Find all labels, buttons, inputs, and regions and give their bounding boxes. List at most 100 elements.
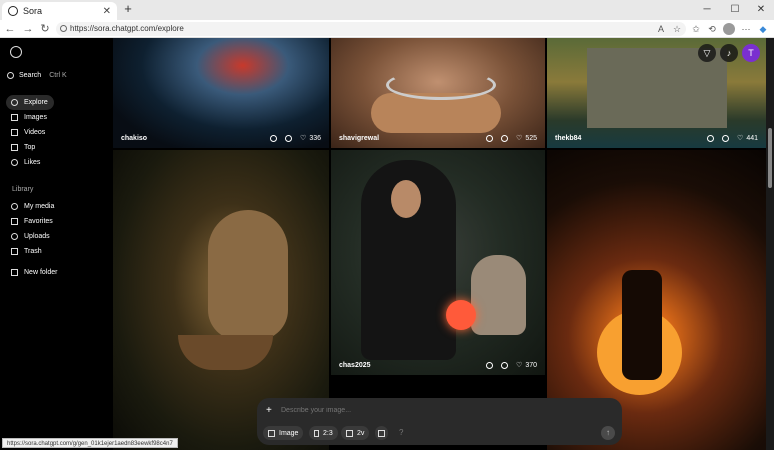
address-bar[interactable]: https://sora.chatgpt.com/explore: [56, 22, 686, 36]
openai-logo-icon[interactable]: [10, 46, 22, 58]
prompt-input[interactable]: [281, 407, 581, 414]
favorite-star-icon[interactable]: ☆: [670, 22, 684, 36]
tab-title: Sora: [23, 6, 43, 16]
sidebar-item-uploads[interactable]: Uploads: [6, 229, 76, 244]
page-scrollbar[interactable]: [766, 38, 774, 450]
heart-icon: [11, 159, 18, 166]
notifications-button[interactable]: ♪: [720, 44, 738, 62]
video-icon: [11, 129, 18, 136]
user-avatar[interactable]: T: [742, 44, 760, 62]
minimize-window-button[interactable]: ─: [694, 0, 720, 20]
search-icon[interactable]: [501, 134, 509, 142]
sidebar-item-label: Uploads: [24, 233, 50, 240]
search-icon[interactable]: [722, 134, 730, 142]
close-tab-icon[interactable]: ✕: [103, 6, 111, 17]
browser-profile-avatar[interactable]: [723, 23, 735, 35]
reload-icon[interactable]: ↻: [38, 20, 52, 38]
copilot-icon[interactable]: ◆: [756, 22, 770, 36]
sidebar-item-images[interactable]: Images: [6, 110, 54, 125]
deer-silhouette-image: [622, 270, 662, 380]
sidebar-item-videos[interactable]: Videos: [6, 125, 54, 140]
site-info-icon[interactable]: [60, 25, 67, 32]
status-bar-url: https://sora.chatgpt.com/g/gen_01k1ejer1…: [2, 438, 178, 448]
search-icon[interactable]: [285, 134, 293, 142]
tile-username[interactable]: chakiso: [121, 135, 147, 142]
gallery-tile[interactable]: chakiso ♡ 336: [113, 38, 329, 148]
address-url: https://sora.chatgpt.com/explore: [70, 24, 184, 33]
remix-icon[interactable]: [486, 134, 494, 142]
new-tab-button[interactable]: +: [121, 2, 135, 16]
sidebar-item-label: Videos: [24, 129, 46, 136]
gallery-tile[interactable]: shavigrewal ♡ 525: [331, 38, 545, 148]
compass-icon: [11, 99, 18, 106]
new-folder-label: New folder: [24, 269, 58, 276]
face-image: [391, 180, 421, 218]
submit-button[interactable]: ↑: [601, 426, 615, 440]
scrollbar-thumb[interactable]: [768, 128, 772, 188]
arrow-up-icon: ↑: [606, 428, 610, 437]
like-button[interactable]: ♡ 525: [516, 134, 537, 143]
variations-label: 2v: [357, 429, 365, 437]
search-icon[interactable]: [501, 361, 509, 369]
sidebar-item-favorites[interactable]: Favorites: [6, 214, 76, 229]
like-button[interactable]: ♡ 441: [737, 134, 758, 143]
search-button[interactable]: Search Ctrl K: [7, 67, 70, 83]
aspect-ratio-icon: [314, 429, 319, 437]
remix-icon[interactable]: [270, 134, 278, 142]
presets-button[interactable]: [375, 426, 388, 440]
maximize-window-button[interactable]: ☐: [722, 0, 748, 20]
heart-icon: ♡: [516, 362, 523, 369]
filter-button[interactable]: ▽: [698, 44, 716, 62]
sidebar-item-label: Top: [24, 144, 36, 151]
tile-username[interactable]: shavigrewal: [339, 135, 379, 142]
trophy-icon: [11, 144, 18, 151]
like-count: 525: [525, 134, 537, 142]
sidebar-item-trash[interactable]: Trash: [6, 244, 76, 259]
explore-gallery: chakiso ♡336 shavigrewal ♡525 thekb84: [113, 38, 766, 450]
like-button[interactable]: ♡ 336: [300, 134, 321, 143]
browser-tab-bar: Sora ✕ + ─ ☐ ✕: [0, 0, 774, 20]
read-aloud-icon[interactable]: A: [654, 22, 668, 36]
aspect-ratio-button[interactable]: 2:3: [309, 426, 338, 440]
like-button[interactable]: ♡ 370: [516, 361, 537, 370]
handcuffs-image: [386, 70, 496, 100]
sidebar-item-label: Favorites: [24, 218, 53, 225]
more-options-icon[interactable]: ⋯: [739, 22, 753, 36]
salad-bowl-image: [178, 335, 273, 370]
sidebar-item-explore[interactable]: Explore: [6, 95, 54, 110]
browser-tab[interactable]: Sora ✕: [2, 2, 117, 20]
search-icon: [7, 71, 14, 79]
library-heading: Library: [12, 186, 34, 193]
help-button[interactable]: ?: [399, 428, 403, 437]
sidebar-item-my-media[interactable]: My media: [6, 199, 76, 214]
tile-username[interactable]: chas2025: [339, 362, 371, 369]
new-folder-button[interactable]: New folder: [6, 265, 76, 280]
remix-icon[interactable]: [486, 361, 494, 369]
remix-icon[interactable]: [707, 134, 715, 142]
heart-icon: ♡: [516, 135, 523, 142]
media-type-button[interactable]: Image: [263, 426, 304, 440]
gallery-tile[interactable]: chas2025 ♡ 370: [331, 150, 545, 375]
tile-meta: chakiso ♡ 336: [121, 134, 321, 142]
add-attachment-icon[interactable]: +: [266, 405, 272, 416]
sora-favicon-icon: [8, 6, 18, 16]
favorites-bar-icon[interactable]: ✩: [689, 22, 703, 36]
tile-username[interactable]: thekb84: [555, 135, 581, 142]
forward-arrow-icon[interactable]: →: [21, 20, 35, 38]
tile-meta: chas2025 ♡ 370: [339, 361, 537, 369]
upload-icon: [11, 233, 18, 240]
history-icon[interactable]: ⟲: [705, 22, 719, 36]
sidebar-item-label: Likes: [24, 159, 41, 166]
sidebar-item-likes[interactable]: Likes: [6, 155, 54, 170]
variations-button[interactable]: 2v: [341, 426, 370, 440]
variations-icon: [346, 429, 353, 437]
sidebar: Search Ctrl K Explore Images Videos Top …: [0, 38, 113, 450]
sidebar-item-top[interactable]: Top: [6, 140, 54, 155]
bell-icon: ♪: [726, 48, 732, 58]
back-arrow-icon[interactable]: ←: [3, 20, 17, 38]
sidebar-item-label: My media: [24, 203, 55, 210]
close-window-button[interactable]: ✕: [748, 0, 774, 20]
browser-toolbar: ← → ↻ https://sora.chatgpt.com/explore A…: [0, 20, 774, 38]
image-icon: [11, 114, 18, 121]
tile-meta: shavigrewal ♡ 525: [339, 134, 537, 142]
